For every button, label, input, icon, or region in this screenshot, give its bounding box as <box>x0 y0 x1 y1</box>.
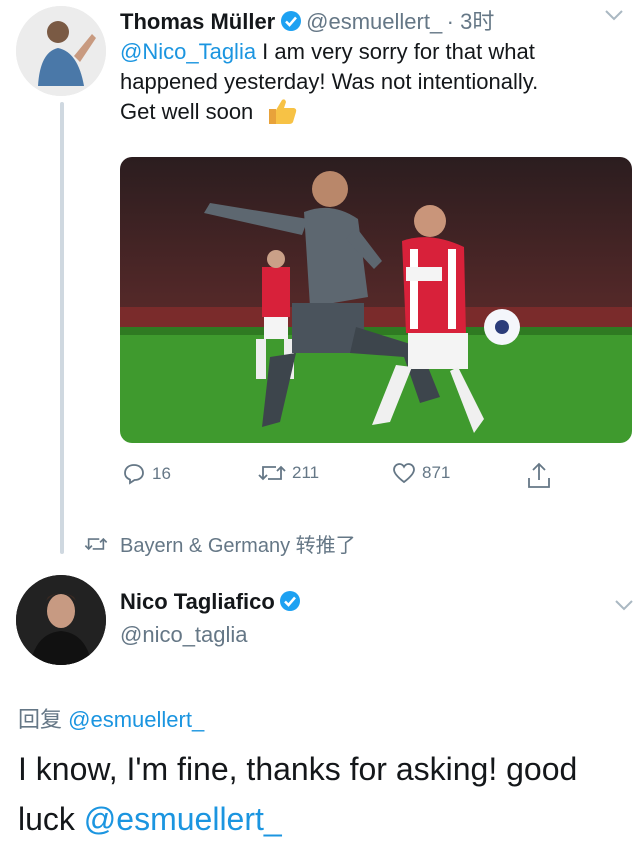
avatar-nico-tagliafico[interactable] <box>16 575 106 665</box>
retweet-notice-icon <box>84 537 108 550</box>
tweet-time: · 3时 <box>446 9 495 34</box>
tweet1-header: Thomas Müller @esmuellert_ · 3时 <box>120 4 494 37</box>
person-photo <box>16 575 106 665</box>
verified-badge-icon <box>279 590 301 617</box>
verified-badge-icon <box>280 10 302 37</box>
reply-to-link[interactable]: @esmuellert_ <box>68 707 204 732</box>
tweet-text-line: happened yesterday! Was not intentionall… <box>120 69 539 94</box>
more-options-chevron-icon[interactable] <box>614 598 634 617</box>
retweet-notice-text: Bayern & Germany 转推了 <box>120 535 356 557</box>
replying-to: 回复 @esmuellert_ <box>18 702 204 734</box>
avatar-thomas-muller[interactable] <box>16 6 106 96</box>
mention-link[interactable]: @esmuellert_ <box>84 801 282 837</box>
heart-icon <box>393 463 415 484</box>
author-name[interactable]: Thomas Müller <box>120 9 275 34</box>
thread-line <box>60 102 64 554</box>
tweet-text-line: luck <box>18 801 84 837</box>
share-button[interactable] <box>526 462 552 495</box>
share-icon <box>528 462 550 488</box>
retweet-button[interactable]: 211 <box>258 462 319 484</box>
tweet-text-line: I am very sorry for that what <box>256 39 535 64</box>
retweet-icon <box>258 465 286 481</box>
mention-link[interactable]: @Nico_Taglia <box>120 39 256 64</box>
reply-count: 16 <box>152 464 171 483</box>
like-count: 871 <box>422 463 451 482</box>
tweet1-text: @Nico_Taglia I am very sorry for that wh… <box>120 37 635 133</box>
reply-prefix: 回复 <box>18 707 69 732</box>
more-options-chevron-icon[interactable] <box>604 8 624 27</box>
author-handle[interactable]: @nico_taglia <box>120 622 248 648</box>
tweet2-text: I know, I'm fine, thanks for asking! goo… <box>18 744 628 844</box>
reply-button[interactable]: 16 <box>122 462 171 486</box>
thumbs-up-emoji-icon <box>265 97 299 133</box>
tweet-media-photo[interactable] <box>120 157 632 443</box>
reply-icon <box>124 464 144 485</box>
person-photo <box>16 6 106 96</box>
retweet-count: 211 <box>292 463 320 482</box>
retweet-notice[interactable]: Bayern & Germany 转推了 <box>84 529 356 558</box>
tweet2-header: Nico Tagliafico <box>120 589 301 617</box>
author-handle[interactable]: @esmuellert_ <box>306 9 442 34</box>
tweet-text-line: I know, I'm fine, thanks for asking! goo… <box>18 751 578 787</box>
tweet-text-line: Get well soon <box>120 99 254 124</box>
author-name[interactable]: Nico Tagliafico <box>120 589 275 614</box>
like-button[interactable]: 871 <box>392 462 450 484</box>
